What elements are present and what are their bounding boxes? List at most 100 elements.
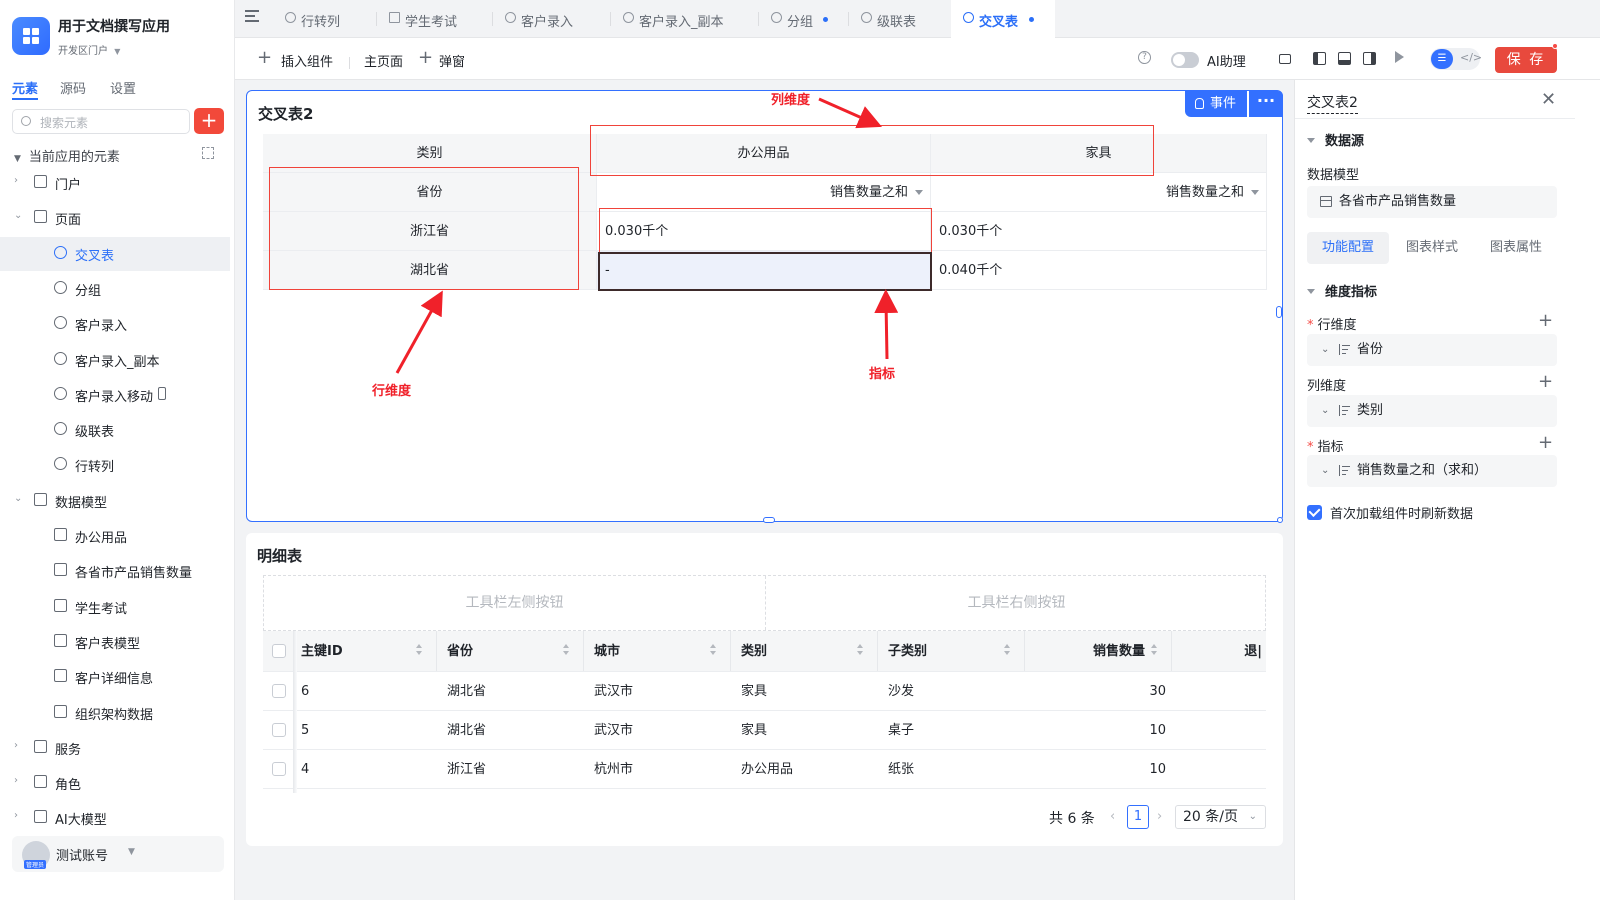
column-header[interactable]: 省份: [437, 631, 584, 671]
chevron-right-icon[interactable]: ›: [14, 175, 18, 186]
column-header[interactable]: 主键ID: [297, 631, 437, 671]
add-element-button[interactable]: +: [194, 108, 224, 134]
measure-field[interactable]: ⌄ 销售数量之和（求和）: [1307, 455, 1557, 487]
column-header[interactable]: 类别: [731, 631, 878, 671]
sidebar-item[interactable]: 办公用品: [0, 519, 230, 553]
left-panel-icon[interactable]: [1313, 52, 1326, 65]
refresh-on-load-checkbox[interactable]: [1307, 505, 1322, 520]
preview-play-icon[interactable]: [1395, 51, 1404, 63]
edit-mode-switch[interactable]: ☰ </>: [1430, 48, 1482, 70]
page-tab[interactable]: 行转列: [273, 0, 377, 38]
chevron-right-icon[interactable]: ›: [14, 775, 18, 786]
sidebar-item[interactable]: › 角色: [0, 766, 230, 800]
insert-component-button[interactable]: + 插入组件: [257, 38, 367, 80]
tab-chart-props[interactable]: 图表属性: [1475, 232, 1557, 264]
sidebar-item[interactable]: 行转列: [0, 448, 230, 482]
collapse-sidebar-icon[interactable]: [245, 10, 259, 22]
search-input[interactable]: 搜索元素: [12, 109, 190, 134]
page-size-select[interactable]: 20 条/页 ⌄: [1175, 805, 1266, 829]
sidebar-item[interactable]: 客户详细信息: [0, 660, 230, 694]
sidebar-item[interactable]: 分组: [0, 272, 230, 306]
popup-button[interactable]: + 弹窗: [418, 38, 478, 80]
tab-settings[interactable]: 设置: [110, 78, 136, 97]
toolbar-right-slot[interactable]: 工具栏右侧按钮: [766, 576, 1267, 630]
sort-icon[interactable]: [563, 644, 571, 658]
row-checkbox[interactable]: [272, 723, 286, 737]
page-tab[interactable]: 客户录入: [493, 0, 611, 38]
col-dim-field[interactable]: ⌄ 类别: [1307, 395, 1557, 427]
page-tab[interactable]: 客户录入_副本: [611, 0, 759, 38]
sidebar-item[interactable]: 客户表模型: [0, 625, 230, 659]
prev-page-button[interactable]: ‹: [1110, 809, 1115, 824]
sidebar-item[interactable]: 客户录入_副本: [0, 343, 230, 377]
data-model-select[interactable]: 各省市产品销售数量: [1307, 186, 1557, 218]
sidebar-item[interactable]: 交叉表: [0, 236, 230, 271]
sort-icon[interactable]: [1151, 644, 1159, 658]
dims-section-toggle[interactable]: 维度指标: [1307, 281, 1377, 300]
add-measure-button[interactable]: +: [1538, 432, 1553, 453]
chevron-right-icon[interactable]: ›: [14, 810, 18, 821]
save-button[interactable]: 保 存: [1495, 47, 1557, 73]
next-page-button[interactable]: ›: [1157, 809, 1162, 824]
chevron-down-icon[interactable]: ⌄: [14, 493, 22, 504]
sidebar-item[interactable]: 组织架构数据: [0, 696, 230, 730]
sidebar-item[interactable]: 学生考试: [0, 590, 230, 624]
table-row[interactable]: 6 湖北省 武汉市 家具 沙发 30: [263, 672, 1266, 711]
toolbar-left-slot[interactable]: 工具栏左侧按钮: [264, 576, 765, 630]
row-dim-field[interactable]: ⌄ 省份: [1307, 334, 1557, 366]
sidebar-item[interactable]: ⌄ 数据模型: [0, 484, 230, 518]
user-menu[interactable]: 管理员 测试账号 ▼: [12, 836, 224, 872]
resize-handle-bottom[interactable]: [763, 517, 775, 523]
panel-title[interactable]: 交叉表2: [1307, 92, 1358, 114]
table-row[interactable]: 4 浙江省 杭州市 办公用品 纸张 10: [263, 750, 1266, 789]
sidebar-item[interactable]: 客户录入: [0, 307, 230, 341]
table-row[interactable]: 5 湖北省 武汉市 家具 桌子 10: [263, 711, 1266, 750]
page-tab[interactable]: 学生考试: [377, 0, 493, 38]
tab-source[interactable]: 源码: [60, 78, 86, 97]
tab-chart-style[interactable]: 图表样式: [1391, 232, 1473, 264]
tab-function-config[interactable]: 功能配置: [1307, 232, 1389, 264]
main-page-button[interactable]: 主页面: [364, 51, 403, 70]
portal-switcher[interactable]: 开发区门户 ▼: [58, 42, 120, 57]
layout-icon[interactable]: [1279, 54, 1291, 64]
sidebar-item[interactable]: › 门户: [0, 166, 230, 200]
sort-icon[interactable]: [416, 644, 424, 658]
sidebar-item[interactable]: ⌄ 页面: [0, 201, 230, 235]
datasource-section-toggle[interactable]: 数据源: [1307, 130, 1364, 149]
locate-icon[interactable]: [202, 147, 214, 159]
add-row-dim-button[interactable]: +: [1538, 310, 1553, 331]
chevron-down-icon[interactable]: ⌄: [14, 210, 22, 221]
row-checkbox[interactable]: [272, 684, 286, 698]
help-icon[interactable]: ?: [1138, 51, 1151, 64]
sidebar-item[interactable]: › 服务: [0, 731, 230, 765]
current-app-section[interactable]: ▼ 当前应用的元素: [14, 146, 120, 165]
sidebar-item[interactable]: 级联表: [0, 413, 230, 447]
sort-icon[interactable]: [1004, 644, 1012, 658]
tab-elements[interactable]: 元素: [12, 78, 38, 97]
sort-icon[interactable]: [710, 644, 718, 658]
add-col-dim-button[interactable]: +: [1538, 371, 1553, 392]
column-header[interactable]: 销售数量: [1025, 631, 1172, 671]
column-header[interactable]: 城市: [584, 631, 731, 671]
page-button-current[interactable]: 1: [1127, 805, 1149, 829]
page-tab[interactable]: 级联表: [849, 0, 951, 38]
right-panel-icon[interactable]: [1363, 52, 1376, 65]
row-checkbox[interactable]: [272, 762, 286, 776]
ai-assistant-toggle[interactable]: [1171, 52, 1199, 68]
design-mode-icon[interactable]: ☰: [1431, 49, 1453, 69]
column-header[interactable]: 退|: [1172, 631, 1266, 671]
sidebar-item[interactable]: 客户录入移动: [0, 378, 230, 412]
page-tab[interactable]: 分组: [759, 0, 849, 38]
page-tab[interactable]: 交叉表: [951, 0, 1055, 38]
close-icon[interactable]: ✕: [1541, 89, 1556, 110]
resize-handle-corner[interactable]: [1277, 517, 1283, 523]
cross-table-card[interactable]: 交叉表2 事件 ··· 类别 办公用品 家具 省份 销售数量之和 销售数量之和 …: [246, 90, 1283, 523]
select-all-checkbox[interactable]: [272, 644, 286, 658]
sidebar-item[interactable]: 各省市产品销售数量: [0, 554, 230, 588]
code-mode-icon[interactable]: </>: [1460, 51, 1482, 64]
column-header[interactable]: 子类别: [878, 631, 1025, 671]
resize-handle-right[interactable]: [1276, 306, 1282, 318]
bottom-panel-icon[interactable]: [1338, 52, 1351, 65]
chevron-right-icon[interactable]: ›: [14, 740, 18, 751]
sidebar-item[interactable]: › AI大模型: [0, 801, 230, 835]
